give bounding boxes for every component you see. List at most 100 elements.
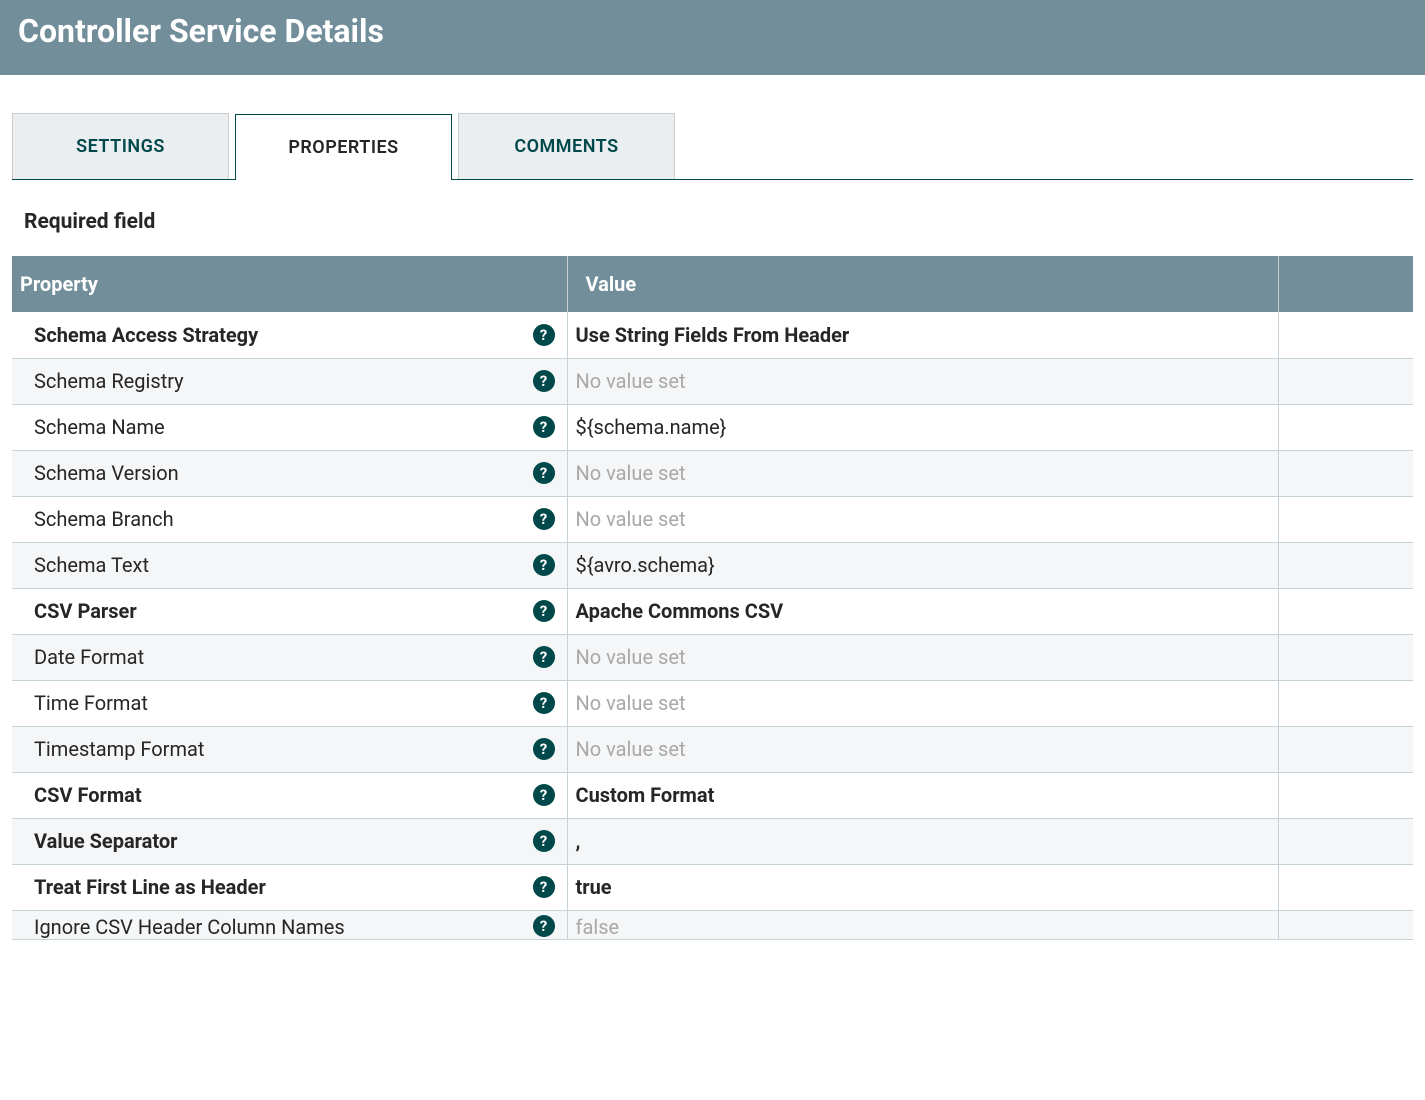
property-name: CSV Parser <box>34 599 137 623</box>
help-icon[interactable]: ? <box>533 508 555 530</box>
extra-cell <box>1278 588 1413 634</box>
table-row[interactable]: Schema Access Strategy?Use String Fields… <box>12 312 1413 358</box>
value-cell[interactable]: , <box>567 818 1278 864</box>
help-icon[interactable]: ? <box>533 416 555 438</box>
property-cell: CSV Format? <box>12 772 567 818</box>
value-cell[interactable]: Apache Commons CSV <box>567 588 1278 634</box>
property-name: Schema Branch <box>34 507 174 531</box>
tabs-row: SETTINGS PROPERTIES COMMENTS <box>12 113 1413 180</box>
property-name: Schema Version <box>34 461 179 485</box>
value-cell[interactable]: No value set <box>567 726 1278 772</box>
help-icon[interactable]: ? <box>533 370 555 392</box>
help-icon[interactable]: ? <box>533 324 555 346</box>
properties-table-head: Property Value <box>12 256 1413 312</box>
table-row[interactable]: Treat First Line as Header?true <box>12 864 1413 910</box>
extra-cell <box>1278 542 1413 588</box>
tab-properties[interactable]: PROPERTIES <box>235 114 452 180</box>
property-name: Time Format <box>34 691 148 715</box>
property-cell: Schema Registry? <box>12 358 567 404</box>
table-row[interactable]: Schema Branch?No value set <box>12 496 1413 542</box>
extra-cell <box>1278 312 1413 358</box>
property-name: Value Separator <box>34 829 177 853</box>
value-cell[interactable]: No value set <box>567 358 1278 404</box>
value-cell[interactable]: No value set <box>567 496 1278 542</box>
property-name: Schema Name <box>34 415 165 439</box>
table-row[interactable]: Schema Registry?No value set <box>12 358 1413 404</box>
tab-label: SETTINGS <box>76 136 165 157</box>
property-cell: Value Separator? <box>12 818 567 864</box>
dialog-content: SETTINGS PROPERTIES COMMENTS Required fiel… <box>0 113 1425 940</box>
property-cell: Timestamp Format? <box>12 726 567 772</box>
property-name: Ignore CSV Header Column Names <box>34 915 345 939</box>
help-icon[interactable]: ? <box>533 554 555 576</box>
extra-cell <box>1278 634 1413 680</box>
column-header-property: Property <box>12 256 567 312</box>
property-cell: Schema Text? <box>12 542 567 588</box>
value-cell[interactable]: No value set <box>567 680 1278 726</box>
extra-cell <box>1278 772 1413 818</box>
column-header-extra <box>1278 256 1413 312</box>
table-row[interactable]: Ignore CSV Header Column Names?false <box>12 910 1413 939</box>
value-cell[interactable]: Custom Format <box>567 772 1278 818</box>
table-row[interactable]: Value Separator?, <box>12 818 1413 864</box>
extra-cell <box>1278 358 1413 404</box>
property-cell: Time Format? <box>12 680 567 726</box>
help-icon[interactable]: ? <box>533 830 555 852</box>
property-cell: Treat First Line as Header? <box>12 864 567 910</box>
table-row[interactable]: Time Format?No value set <box>12 680 1413 726</box>
extra-cell <box>1278 864 1413 910</box>
help-icon[interactable]: ? <box>533 915 555 937</box>
property-name: Treat First Line as Header <box>34 875 266 899</box>
property-cell: CSV Parser? <box>12 588 567 634</box>
value-cell[interactable]: ${avro.schema} <box>567 542 1278 588</box>
help-icon[interactable]: ? <box>533 876 555 898</box>
property-cell: Schema Version? <box>12 450 567 496</box>
properties-table-body: Schema Access Strategy?Use String Fields… <box>12 312 1413 939</box>
extra-cell <box>1278 910 1413 939</box>
property-cell: Schema Name? <box>12 404 567 450</box>
help-icon[interactable]: ? <box>533 784 555 806</box>
value-cell[interactable]: No value set <box>567 634 1278 680</box>
value-cell[interactable]: ${schema.name} <box>567 404 1278 450</box>
table-row[interactable]: Schema Text?${avro.schema} <box>12 542 1413 588</box>
property-cell: Schema Access Strategy? <box>12 312 567 358</box>
property-name: CSV Format <box>34 783 142 807</box>
help-icon[interactable]: ? <box>533 738 555 760</box>
tab-label: PROPERTIES <box>288 137 398 158</box>
property-name: Schema Text <box>34 553 149 577</box>
property-cell: Ignore CSV Header Column Names? <box>12 910 567 939</box>
table-row[interactable]: CSV Parser?Apache Commons CSV <box>12 588 1413 634</box>
property-name: Timestamp Format <box>34 737 204 761</box>
required-field-label: Required field <box>24 210 1413 234</box>
property-name: Schema Registry <box>34 369 184 393</box>
value-cell[interactable]: false <box>567 910 1278 939</box>
table-row[interactable]: Date Format?No value set <box>12 634 1413 680</box>
value-cell[interactable]: true <box>567 864 1278 910</box>
tab-comments[interactable]: COMMENTS <box>458 113 675 179</box>
extra-cell <box>1278 450 1413 496</box>
dialog-header: Controller Service Details <box>0 0 1425 75</box>
extra-cell <box>1278 680 1413 726</box>
help-icon[interactable]: ? <box>533 692 555 714</box>
help-icon[interactable]: ? <box>533 600 555 622</box>
tab-settings[interactable]: SETTINGS <box>12 113 229 179</box>
table-row[interactable]: Schema Name?${schema.name} <box>12 404 1413 450</box>
help-icon[interactable]: ? <box>533 462 555 484</box>
column-header-value: Value <box>567 256 1278 312</box>
table-row[interactable]: CSV Format?Custom Format <box>12 772 1413 818</box>
value-cell[interactable]: No value set <box>567 450 1278 496</box>
table-row[interactable]: Timestamp Format?No value set <box>12 726 1413 772</box>
help-icon[interactable]: ? <box>533 646 555 668</box>
table-row[interactable]: Schema Version?No value set <box>12 450 1413 496</box>
property-cell: Date Format? <box>12 634 567 680</box>
tab-label: COMMENTS <box>514 136 618 157</box>
property-name: Schema Access Strategy <box>34 323 258 347</box>
extra-cell <box>1278 404 1413 450</box>
dialog-title: Controller Service Details <box>18 12 1407 50</box>
value-cell[interactable]: Use String Fields From Header <box>567 312 1278 358</box>
extra-cell <box>1278 818 1413 864</box>
property-cell: Schema Branch? <box>12 496 567 542</box>
extra-cell <box>1278 726 1413 772</box>
properties-table: Property Value Schema Access Strategy?Us… <box>12 256 1413 940</box>
property-name: Date Format <box>34 645 144 669</box>
